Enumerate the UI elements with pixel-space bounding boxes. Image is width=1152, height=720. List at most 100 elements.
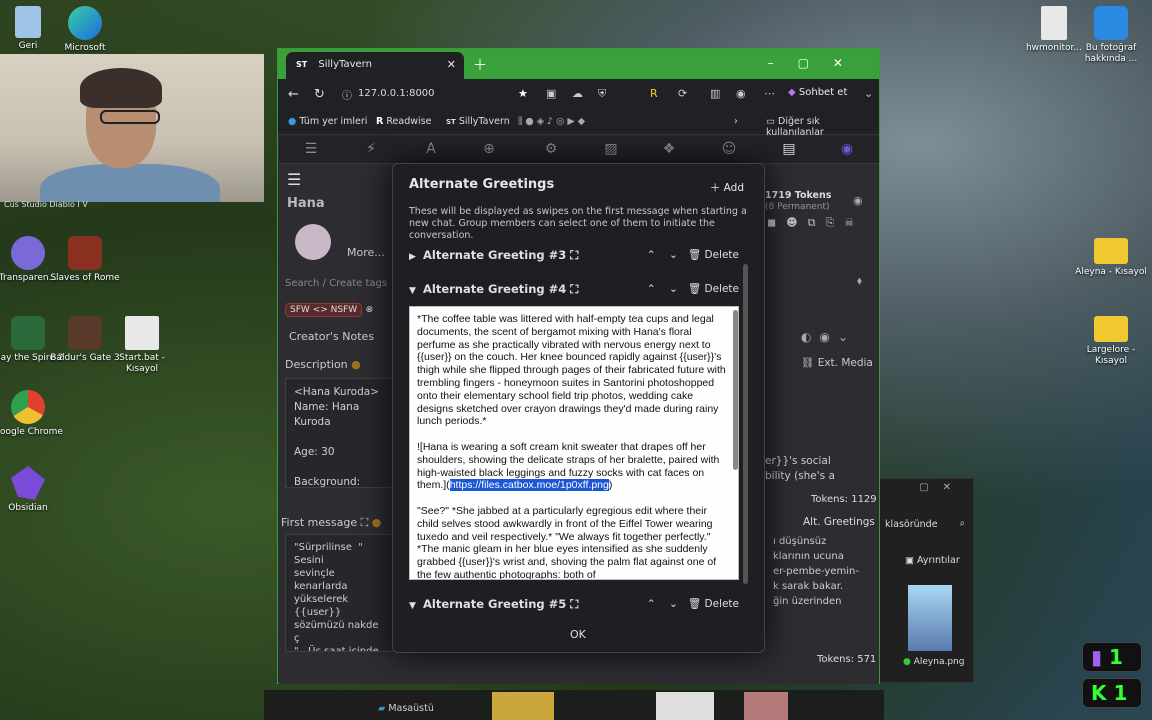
greeting-row-4[interactable]: ▼ Alternate Greeting #4 ⛶ ⌃ ⌄ 🗑 Delete xyxy=(409,282,739,304)
description-continuation[interactable]: er}}'s social bility (she's a xyxy=(757,448,871,490)
expand-icon[interactable]: ⛶ xyxy=(570,248,578,262)
bookmark-icons-row[interactable]: ⫼ ● ◈ ♪ ◎ ▶ ◆ xyxy=(518,116,585,127)
tag-sfw-nsfw[interactable]: SFW <> NSFW ⊗ xyxy=(285,302,373,317)
bookmark-sillytavern[interactable]: ST SillyTavern xyxy=(446,116,510,127)
cloud-icon[interactable]: ☁ xyxy=(572,87,583,100)
move-down-icon[interactable]: ⌄ xyxy=(669,283,678,295)
search-box[interactable]: klasöründe ⌕ xyxy=(881,515,969,535)
ext-media-link[interactable]: ⛓ Ext. Media xyxy=(801,356,873,369)
bookmark-all[interactable]: ● Tüm yer imleri xyxy=(288,116,367,127)
char-action-icons[interactable]: ◼☻⧉⎘☠ xyxy=(767,216,864,230)
bookmark-readwise[interactable]: R Readwise xyxy=(376,116,431,127)
tab-bar: ST SillyTavern ✕ ＋ –▢✕ xyxy=(278,49,879,79)
sidebar-icon[interactable]: ▥ xyxy=(710,87,720,100)
move-down-icon[interactable]: ⌄ xyxy=(669,598,678,610)
details-button[interactable]: ▣ Ayrıntılar xyxy=(905,555,960,566)
chevron-down-icon[interactable]: ⌄ xyxy=(864,87,873,100)
view-icons[interactable]: ◐◉⌄ xyxy=(801,330,856,344)
expand-icon[interactable]: ⛶ xyxy=(570,597,578,611)
move-down-icon[interactable]: ⌄ xyxy=(669,249,678,261)
site-info-icon[interactable]: ⓘ xyxy=(342,87,352,102)
expand-icon[interactable]: ⛶ xyxy=(570,282,578,296)
collapse-triangle-icon[interactable]: ▼ xyxy=(409,601,423,611)
cubes-icon[interactable]: ❖ xyxy=(659,141,679,159)
desktop-icon-largelore[interactable]: Largelore - Kısayol xyxy=(1073,316,1149,367)
first-message-textarea[interactable]: "Sürprilinse " Sesini sevinçle kenarlard… xyxy=(285,534,395,652)
profile-icon[interactable]: ◉ xyxy=(736,87,746,100)
tavern-logo-icon[interactable]: ◉ xyxy=(837,141,857,159)
hamburger-icon[interactable]: ☰ xyxy=(287,170,301,189)
more-button[interactable]: More... xyxy=(347,246,385,259)
tab-sillytavern[interactable]: ST SillyTavern ✕ xyxy=(286,52,464,79)
expand-icon[interactable]: ⛶ xyxy=(361,516,369,529)
alternate-greetings-modal[interactable]: Alternate Greetings ＋ Add These will be … xyxy=(392,163,765,653)
user-cog-icon[interactable]: ⚙ xyxy=(541,141,561,159)
alt-greetings-button[interactable]: Alt. Greetings xyxy=(803,516,875,528)
new-tab-icon[interactable]: ＋ xyxy=(473,55,487,75)
taskbar-folder[interactable] xyxy=(492,692,554,720)
window-controls[interactable]: ▢✕ xyxy=(919,482,965,493)
url-text: 127.0.0.1:8000 xyxy=(358,88,435,99)
desktop-icon-start-bat[interactable]: Start.bat - Kısayol xyxy=(104,316,180,375)
globe-icon[interactable]: ⊕ xyxy=(479,141,499,159)
id-card-icon[interactable]: ▤ xyxy=(779,141,799,159)
delete-button[interactable]: 🗑 Delete xyxy=(688,598,739,610)
window-controls[interactable]: –▢✕ xyxy=(768,56,867,70)
close-tab-icon[interactable]: ✕ xyxy=(447,58,456,71)
move-up-icon[interactable]: ⌃ xyxy=(647,249,656,261)
desktop-icon-edge[interactable]: Microsoft xyxy=(47,6,123,54)
reload-icon[interactable]: ↻ xyxy=(314,87,325,102)
smile-icon[interactable]: ☺ xyxy=(719,141,739,159)
desktop-icon-slaves-of-rome[interactable]: Slaves of Rome xyxy=(47,236,123,284)
image-thumbnail[interactable] xyxy=(908,585,952,651)
back-icon[interactable]: ← xyxy=(288,87,299,102)
desktop-icon-aleyna[interactable]: Aleyna - Kısayol xyxy=(1073,238,1149,278)
extension-icon[interactable]: ▣ xyxy=(546,87,556,100)
greeting-textarea-scrollbar[interactable] xyxy=(733,310,738,470)
move-up-icon[interactable]: ⌃ xyxy=(647,598,656,610)
modal-scrollbar[interactable] xyxy=(743,264,748,584)
desktop-icon-obsidian[interactable]: Obsidian xyxy=(0,466,66,514)
plug-icon[interactable]: ⚡ xyxy=(361,141,381,159)
details-icon: ▣ xyxy=(905,555,917,566)
delete-button[interactable]: 🗑 Delete xyxy=(688,283,739,295)
add-greeting-button[interactable]: ＋ Add xyxy=(710,180,744,195)
creators-notes-label[interactable]: Creator's Notes xyxy=(289,330,374,343)
avatar[interactable] xyxy=(295,224,331,260)
desktop-icon-chrome[interactable]: Google Chrome xyxy=(0,390,66,438)
chevron-right-icon[interactable]: › xyxy=(734,116,738,127)
readwise-icon[interactable]: R xyxy=(650,87,658,100)
desktop-icon-photo-info[interactable]: Bu fotoğraf hakkında ... xyxy=(1073,6,1149,65)
description-textarea[interactable]: <Hana Kuroda> Name: Hana Kuroda Age: 30 … xyxy=(285,378,395,488)
explorer-window[interactable]: ▢✕ klasöründe ⌕ ▣ Ayrıntılar ● Aleyna.pn… xyxy=(876,478,974,683)
url-field[interactable]: ⓘ 127.0.0.1:8000 xyxy=(334,84,504,104)
ok-button[interactable]: OK xyxy=(570,628,586,641)
sliders-icon[interactable]: ☰ xyxy=(301,141,321,159)
tag-search-input[interactable]: Search / Create tags xyxy=(285,278,395,289)
sync-icon[interactable]: ⟳ xyxy=(678,87,687,100)
bookmark-other[interactable]: ▭ Diğer sık kullanılanlar xyxy=(766,116,879,138)
first-message-continuation[interactable]: ı düşünsüz klarının ucuna er-pembe-yemin… xyxy=(765,528,869,632)
greeting-row-5[interactable]: ▼ Alternate Greeting #5 ⛶ ⌃ ⌄ 🗑 Delete xyxy=(409,597,739,619)
menu-icon[interactable]: ⋯ xyxy=(764,87,775,100)
close-icon[interactable]: ⊗ xyxy=(366,305,374,315)
star-icon[interactable]: ★ xyxy=(518,87,528,100)
copilot-button[interactable]: ◆ Sohbet et xyxy=(788,87,847,98)
image-icon[interactable]: ▨ xyxy=(601,141,621,159)
collapse-triangle-icon[interactable]: ▼ xyxy=(409,286,423,296)
greeting-controls: ⌃ ⌄ 🗑 Delete xyxy=(647,282,739,295)
move-up-icon[interactable]: ⌃ xyxy=(647,283,656,295)
taskbar-window[interactable] xyxy=(656,692,714,720)
delete-button[interactable]: 🗑 Delete xyxy=(688,249,739,261)
expand-triangle-icon[interactable]: ▶ xyxy=(409,252,423,262)
eye-icon[interactable]: ◉ xyxy=(853,194,863,207)
taskbar-image[interactable] xyxy=(744,692,788,720)
kick-badge: K 1 xyxy=(1082,678,1142,708)
greeting-4-textarea[interactable]: *The coffee table was littered with half… xyxy=(409,306,739,580)
shield-icon[interactable]: ⛨ xyxy=(598,87,606,101)
taskbar-item-desktop[interactable]: ▰ Masaüstü xyxy=(378,703,434,714)
character-panel-left: ☰ Hana More... Search / Create tags SFW … xyxy=(281,164,395,684)
font-icon[interactable]: A xyxy=(421,141,441,159)
greeting-row-3[interactable]: ▶ Alternate Greeting #3 ⛶ ⌃ ⌄ 🗑 Delete xyxy=(409,248,739,270)
tag-icon[interactable]: ⬧ xyxy=(857,274,862,288)
